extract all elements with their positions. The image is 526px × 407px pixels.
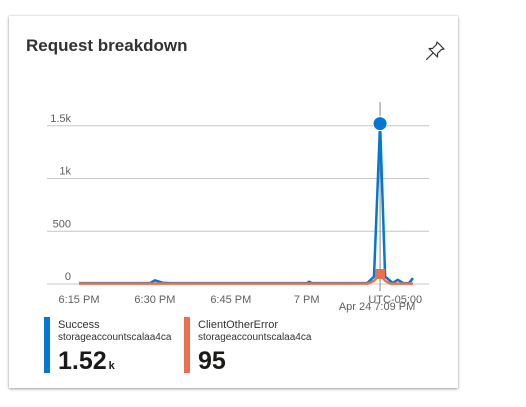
- legend-value: 1.52 k: [58, 347, 115, 376]
- y-tick-label: 500: [53, 218, 71, 230]
- y-tick-label: 1k: [59, 166, 71, 178]
- legend-resource-name: storageaccountscalaa4ca: [58, 332, 172, 343]
- x-tick-label: 6:15 PM: [59, 294, 100, 306]
- series-marker-clientothererror: [375, 268, 386, 279]
- legend-swatch-success: [44, 317, 50, 373]
- request-chart[interactable]: 05001k1.5k6:15 PM 6:30 PM 6:45 PM 7 PM UTC-0…: [9, 16, 458, 316]
- request-breakdown-tile[interactable]: Request breakdown 0 500 1k 1.5k 6:15 PM 6:30 …: [9, 16, 458, 388]
- x-tick-label: 6:30 PM: [134, 294, 175, 306]
- legend-value-unit: k: [108, 360, 115, 372]
- legend-value: 95: [198, 347, 228, 376]
- legend-resource-name: storageaccountscalaa4ca: [198, 332, 312, 343]
- legend-value-number: 1.52: [58, 347, 107, 375]
- legend-item-clientothererror[interactable]: ClientOtherError storageaccountscalaa4ca…: [184, 317, 344, 377]
- legend-item-success[interactable]: Success storageaccountscalaa4ca 1.52 k: [44, 317, 184, 377]
- x-tick-label: 6:45 PM: [210, 294, 251, 306]
- legend-swatch-clientothererror: [184, 317, 190, 373]
- x-tick-label: 7 PM: [294, 294, 320, 306]
- legend-value-number: 95: [198, 347, 226, 375]
- legend-series-name: Success: [58, 319, 100, 331]
- series-line-success: [79, 122, 414, 285]
- hover-time-label: Apr 24 7:09 PM: [339, 301, 415, 313]
- y-tick-label: 0: [65, 271, 71, 283]
- y-tick-label: 1.5k: [50, 113, 71, 125]
- series-marker-success: [372, 116, 388, 132]
- legend-series-name: ClientOtherError: [198, 319, 279, 331]
